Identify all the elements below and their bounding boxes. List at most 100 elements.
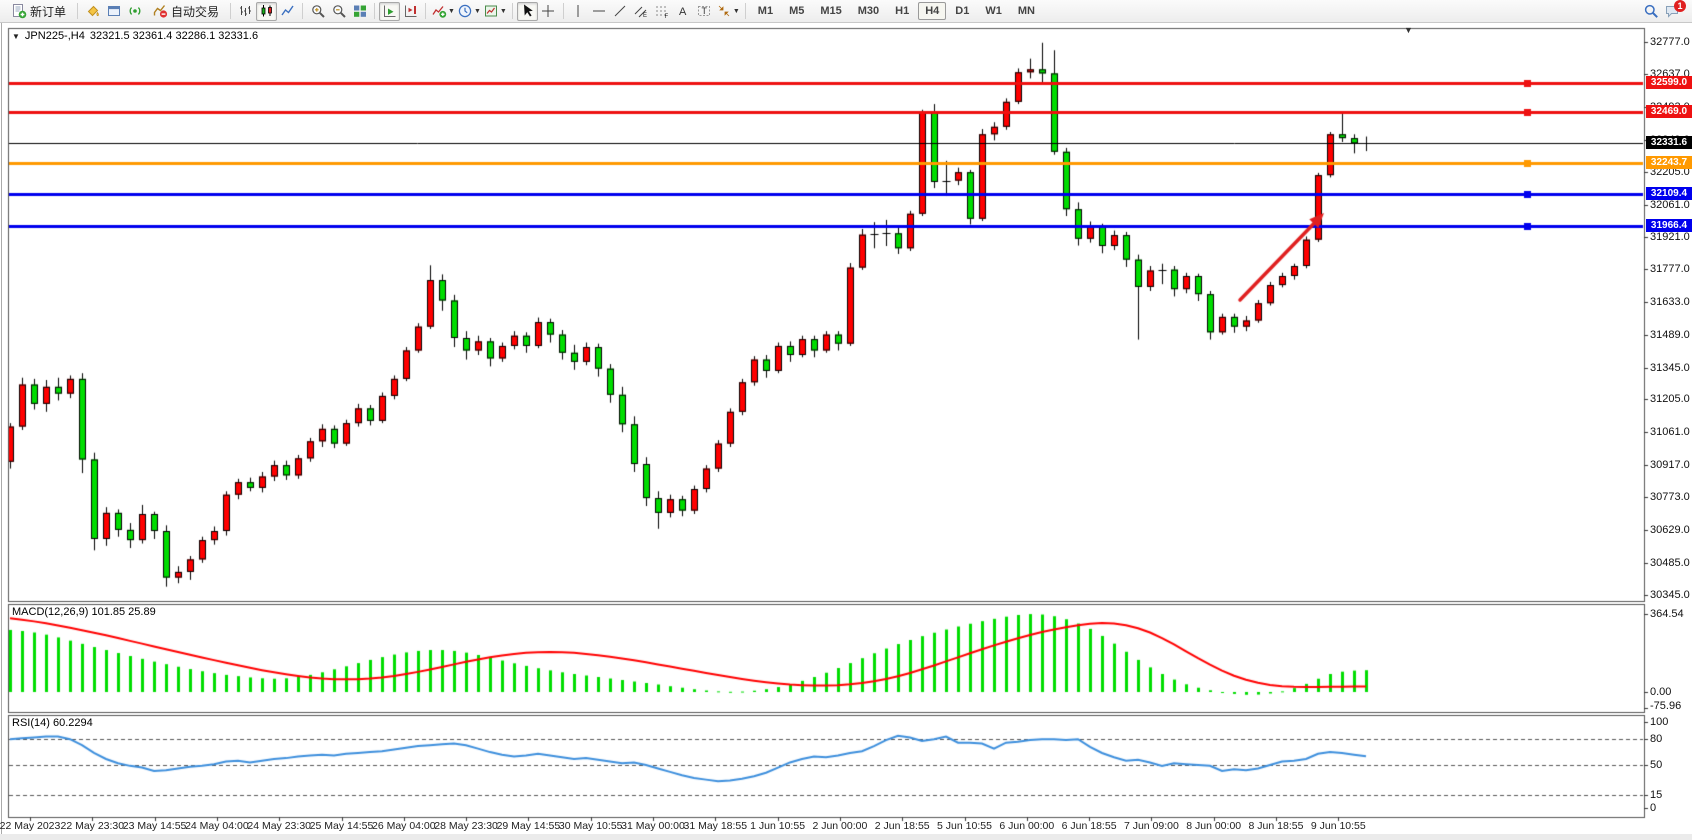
timeframe-button-M15[interactable]: M15 <box>813 2 848 20</box>
timeframe-button-MN[interactable]: MN <box>1011 2 1042 20</box>
timeframe-button-H4[interactable]: H4 <box>918 2 946 20</box>
crosshair-icon <box>540 3 556 19</box>
svg-text:E: E <box>643 13 647 19</box>
signal-icon <box>127 3 143 19</box>
date-axis-label: 22 May 23:30 <box>60 820 124 832</box>
rsi-axis-label: 80 <box>1650 733 1662 745</box>
toolbar-separator <box>230 3 231 19</box>
date-axis-label: 5 Jun 10:55 <box>937 820 992 832</box>
line-chart-icon <box>280 3 296 19</box>
indicators-icon <box>431 3 447 19</box>
timeframe-button-M30[interactable]: M30 <box>851 2 886 20</box>
chart-symbol-period: JPN225-,H4 <box>25 30 85 42</box>
clock-icon <box>457 3 473 19</box>
search-icon <box>1643 3 1659 19</box>
chart-shift-marker-icon[interactable]: ▼ <box>1404 25 1413 35</box>
window-left-edge <box>1 23 2 840</box>
svg-text:T: T <box>702 6 708 16</box>
chart-canvas[interactable] <box>0 0 1692 840</box>
toolbar-separator <box>374 3 375 19</box>
trendline-tool-button[interactable] <box>610 2 631 21</box>
periods-button[interactable]: ▼ <box>456 2 482 21</box>
toolbar-separator <box>745 3 746 19</box>
timeframe-button-W1[interactable]: W1 <box>978 2 1009 20</box>
chart-shift-icon <box>403 3 419 19</box>
timeframe-group: M1M5M15M30H1H4D1W1MN <box>750 2 1043 20</box>
date-axis-label: 2 Jun 18:55 <box>875 820 930 832</box>
timeframe-button-M5[interactable]: M5 <box>782 2 811 20</box>
signals-button[interactable] <box>124 2 145 21</box>
date-axis-label: 31 May 00:00 <box>621 820 685 832</box>
notifications-button[interactable]: 1 <box>1661 2 1682 21</box>
template-icon <box>483 3 499 19</box>
bar-chart-button[interactable] <box>235 2 256 21</box>
price-axis-label: 30345.0 <box>1650 589 1690 601</box>
market-watch-button[interactable] <box>103 2 124 21</box>
macd-axis-label: -75.96 <box>1650 700 1681 712</box>
text-tool-button[interactable]: A <box>673 2 694 21</box>
chart-header: ▼ JPN225-,H4 32321.5 32361.4 32286.1 323… <box>12 30 258 42</box>
tile-windows-button[interactable] <box>349 2 370 21</box>
vertical-line-tool-button[interactable] <box>568 2 589 21</box>
price-axis-label: 31921.0 <box>1650 231 1690 243</box>
date-axis-label: 8 Jun 00:00 <box>1186 820 1241 832</box>
rsi-axis-label: 50 <box>1650 759 1662 771</box>
price-axis-label: 30917.0 <box>1650 459 1690 471</box>
chart-shift-button[interactable] <box>400 2 421 21</box>
tile-windows-icon <box>352 3 368 19</box>
symbol-dropdown-icon[interactable]: ▼ <box>12 32 20 41</box>
zoom-in-icon <box>310 3 326 19</box>
rsi-axis-label: 0 <box>1650 802 1656 814</box>
macd-indicator-label: MACD(12,26,9) 101.85 25.89 <box>12 606 156 618</box>
chevron-down-icon: ▼ <box>448 8 455 15</box>
zoom-in-button[interactable] <box>307 2 328 21</box>
date-axis-label: 24 May 04:00 <box>185 820 249 832</box>
line-chart-button[interactable] <box>277 2 298 21</box>
cursor-icon <box>519 3 535 19</box>
price-axis-label: 32777.0 <box>1650 36 1690 48</box>
bid-price-tag: 32331.6 <box>1646 136 1692 149</box>
styles-button[interactable] <box>82 2 103 21</box>
search-button[interactable] <box>1640 2 1661 21</box>
timeframe-button-H1[interactable]: H1 <box>888 2 916 20</box>
macd-axis-label: 364.54 <box>1650 608 1684 620</box>
crosshair-tool-button[interactable] <box>538 2 559 21</box>
rsi-axis-label: 15 <box>1650 789 1662 801</box>
toolbar-separator <box>302 3 303 19</box>
text-label-tool-button[interactable]: T <box>694 2 715 21</box>
arrows-tool-button[interactable]: ▼ <box>715 2 741 21</box>
bar-chart-icon <box>238 3 254 19</box>
hline-price-tag: 31966.4 <box>1646 219 1692 232</box>
text-label-icon: T <box>696 3 712 19</box>
price-axis-label: 30485.0 <box>1650 557 1690 569</box>
horizontal-line-icon <box>591 3 607 19</box>
auto-scroll-button[interactable] <box>379 2 400 21</box>
arrows-icon <box>716 3 732 19</box>
window-bottom-strip <box>0 834 1692 840</box>
trendline-icon <box>612 3 628 19</box>
cursor-tool-button[interactable] <box>517 2 538 21</box>
horizontal-line-tool-button[interactable] <box>589 2 610 21</box>
svg-text:F: F <box>665 14 669 19</box>
date-axis-label: 28 May 23:30 <box>434 820 498 832</box>
price-axis-label: 30773.0 <box>1650 491 1690 503</box>
window-icon <box>106 3 122 19</box>
notification-badge: 1 <box>1674 0 1686 12</box>
timeframe-button-M1[interactable]: M1 <box>751 2 780 20</box>
fibonacci-tool-button[interactable]: F <box>652 2 673 21</box>
price-axis-label: 31489.0 <box>1650 329 1690 341</box>
candlestick-chart-icon <box>259 3 275 19</box>
indicators-button[interactable]: ▼ <box>430 2 456 21</box>
new-order-button[interactable]: 新订单 <box>4 2 73 21</box>
templates-button[interactable]: ▼ <box>482 2 508 21</box>
price-axis-label: 32061.0 <box>1650 199 1690 211</box>
zoom-out-button[interactable] <box>328 2 349 21</box>
chart-ohlc-values: 32321.5 32361.4 32286.1 32331.6 <box>90 30 258 42</box>
channel-tool-button[interactable]: E <box>631 2 652 21</box>
rsi-indicator-label: RSI(14) 60.2294 <box>12 717 93 729</box>
timeframe-button-D1[interactable]: D1 <box>948 2 976 20</box>
candlestick-chart-button[interactable] <box>256 2 277 21</box>
autotrading-button[interactable]: 自动交易 <box>145 2 226 21</box>
hline-price-tag: 32599.0 <box>1646 76 1692 89</box>
paint-bucket-icon <box>85 3 101 19</box>
